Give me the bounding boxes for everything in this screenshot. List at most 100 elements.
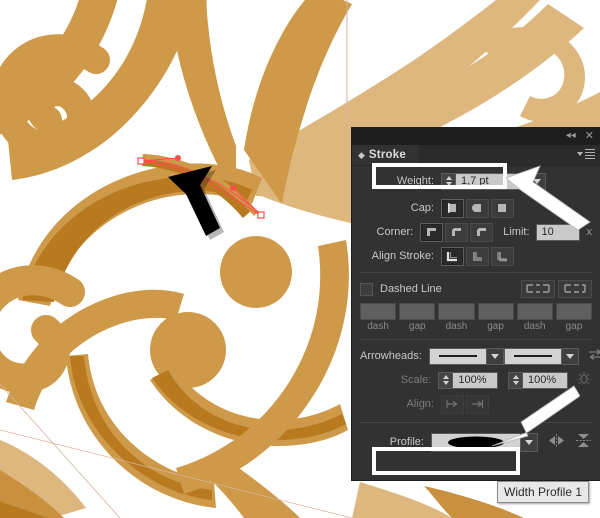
profile-label: Profile: [389,436,424,448]
weight-dropdown-button[interactable] [529,172,546,190]
weight-label: Weight: [396,175,434,187]
dash-adjust-icon[interactable] [558,280,592,298]
arrowhead-start-preview [428,347,487,365]
round-cap-icon[interactable] [466,198,489,218]
weight-input[interactable]: 1,7 pt [455,172,529,190]
gap-field-2[interactable] [477,303,514,320]
profile-row: Profile: [352,429,600,455]
close-icon[interactable]: ✕ [585,130,594,142]
tooltip-text: Width Profile 1 [504,485,583,499]
gap-field-1[interactable] [399,303,436,320]
scale-start-stepper[interactable] [438,371,453,389]
panel-menu-icon[interactable] [577,149,595,159]
width-profile-preview [431,432,521,452]
gap-field-3[interactable] [555,303,593,320]
dash-field-2[interactable] [438,303,475,320]
place-arrowhead-icon[interactable] [466,394,489,414]
arrowheads-label: Arrowheads: [360,350,422,362]
divider [360,422,592,423]
profile-flip-group[interactable] [548,433,592,451]
round-join-icon[interactable] [445,222,469,242]
scale-end-field[interactable]: 100% [508,371,568,389]
dashed-line-label: Dashed Line [380,283,442,295]
scale-label: Scale: [400,374,432,386]
align-center-icon[interactable] [441,246,464,266]
divider [360,272,592,273]
hamburger-icon [585,149,595,159]
dash-field-1[interactable] [360,303,397,320]
corner-button-group[interactable] [420,222,494,242]
panel-tabbar[interactable]: ◆ Stroke [352,145,600,166]
dash-gap-fields[interactable] [352,301,600,320]
dash-preserve-icon[interactable] [521,280,555,298]
bevel-join-icon[interactable] [470,222,494,242]
arrowhead-start-dropdown[interactable] [486,347,504,365]
panel-body: Weight: 1,7 pt Cap: Corner: Limit: 10 x … [352,166,600,455]
align-stroke-label: Align Stroke: [371,250,434,262]
collapse-panel-icon[interactable]: ◂◂ [566,130,576,142]
scale-start-field[interactable]: 100% [438,371,499,389]
profile-dropdown-button[interactable] [521,432,538,452]
dash-label-1: dash [367,321,389,332]
arrowhead-end-preview [503,347,562,365]
cap-row: Cap: [352,196,600,220]
link-scale-icon[interactable] [576,371,592,390]
miter-join-icon[interactable] [420,222,444,242]
arrowhead-align-group[interactable] [441,394,489,414]
tab-stroke[interactable]: ◆ Stroke [352,145,418,165]
flip-across-icon[interactable] [575,433,592,451]
arrowhead-align-row: Align: [352,392,600,416]
chevron-down-icon [533,178,541,184]
align-inside-icon[interactable] [466,246,489,266]
arrowhead-align-label: Align: [406,398,434,410]
panel-titlebar[interactable]: ◂◂ ✕ [352,128,600,145]
limit-unit: x [586,226,593,238]
gap-label-1: gap [408,321,426,332]
chevron-down-icon [490,353,499,359]
scale-end-stepper[interactable] [508,371,522,389]
align-stroke-row: Align Stroke: [352,244,600,268]
cap-label: Cap: [410,202,434,214]
limit-input[interactable]: 10 [535,223,580,241]
chevron-down-icon [525,439,533,445]
arrowhead-end-dropdown[interactable] [561,347,579,365]
arrowheads-row: Arrowheads: [352,344,600,368]
collapse-chevrons-icon: ◆ [358,149,365,160]
gap-label-2: gap [487,321,504,332]
scale-end-input[interactable]: 100% [522,371,568,389]
stroke-panel[interactable]: ◂◂ ✕ ◆ Stroke Weight: 1,7 pt Cap: Corner… [352,128,600,480]
dashed-line-checkbox[interactable] [360,282,373,296]
dash-gap-labels: dash gap dash gap dash gap [352,320,600,332]
cap-button-group[interactable] [441,198,514,218]
weight-row: Weight: 1,7 pt [352,166,600,196]
dashed-line-row: Dashed Line [352,277,600,301]
dash-label-3: dash [523,321,546,332]
dash-label-2: dash [445,321,468,332]
align-outside-icon[interactable] [491,246,514,266]
arrowhead-start-select[interactable] [428,347,504,365]
width-profile-1-shape [448,436,504,448]
align-stroke-button-group[interactable] [441,246,514,266]
dash-cap-group[interactable] [521,280,592,298]
projecting-cap-icon[interactable] [491,198,514,218]
weight-field[interactable]: 1,7 pt [441,172,546,190]
corner-label: Corner: [376,226,414,238]
butt-cap-icon[interactable] [441,198,464,218]
dash-field-3[interactable] [516,303,553,320]
divider [360,339,592,340]
profile-select[interactable] [431,432,538,452]
chevron-down-icon [577,152,583,156]
chevron-down-icon [565,353,574,359]
panel-title: Stroke [368,149,406,161]
illustrator-screenshot: ◂◂ ✕ ◆ Stroke Weight: 1,7 pt Cap: Corner… [0,0,600,518]
scale-row: Scale: 100% 100% [352,368,600,392]
flip-along-icon[interactable] [548,433,565,451]
corner-row: Corner: Limit: 10 x [352,220,600,244]
scale-start-input[interactable]: 100% [452,371,499,389]
gap-label-3: gap [565,321,583,332]
extend-arrowhead-icon[interactable] [441,394,464,414]
arrowhead-end-select[interactable] [503,347,579,365]
miter-limit-group[interactable]: Limit: 10 x [503,223,593,241]
weight-stepper[interactable] [441,172,455,190]
swap-arrowheads-icon[interactable] [588,348,600,364]
